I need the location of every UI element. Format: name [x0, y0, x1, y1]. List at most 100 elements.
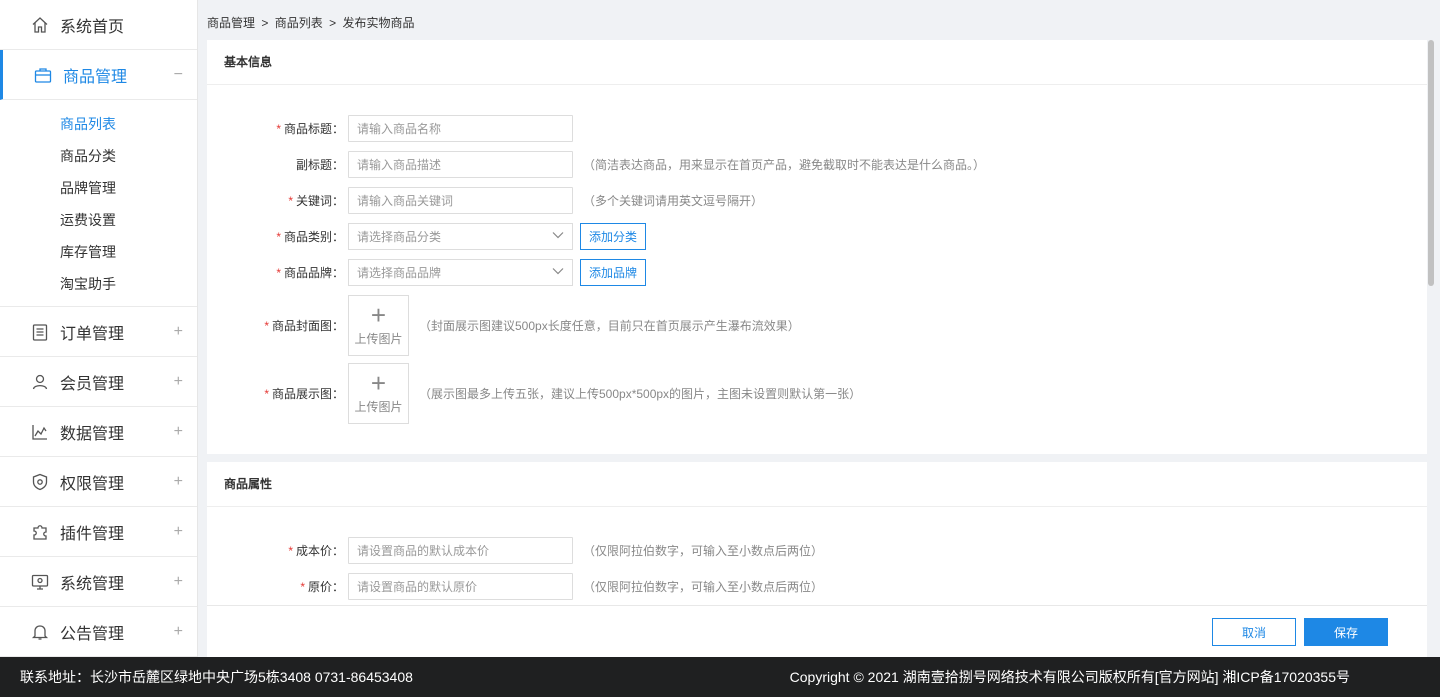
expand-icon[interactable]: +: [174, 523, 183, 541]
panel-title: 基本信息: [207, 40, 1427, 85]
panel-title: 商品属性: [207, 462, 1427, 507]
subtitle-hint: （简洁表达商品，用来显示在首页产品，避免截取时不能表达是什么商品。）: [583, 158, 986, 172]
field-label: * 商品封面图：: [264, 319, 344, 333]
breadcrumb-separator: >: [329, 16, 337, 30]
nav-item-members[interactable]: 会员管理 +: [0, 357, 197, 407]
product-attributes-panel: 商品属性 *成本价： （仅限阿拉伯数字，可输入至小数点后两位） *原价： （仅限…: [207, 462, 1427, 605]
nav-label: 商品管理: [63, 68, 128, 86]
nav-label: 权限管理: [60, 475, 125, 493]
plus-icon: +: [370, 368, 387, 398]
subitem-product-category[interactable]: 商品分类: [0, 140, 197, 172]
nav-item-orders[interactable]: 订单管理 +: [0, 307, 197, 357]
category-select-value: 请选择商品分类: [357, 230, 442, 244]
original-price-input[interactable]: [348, 573, 573, 600]
vertical-scrollbar[interactable]: [1428, 40, 1434, 605]
breadcrumb: 商品管理 > 商品列表 > 发布实物商品: [207, 14, 417, 31]
plus-icon: +: [370, 300, 387, 330]
nav-item-data[interactable]: 数据管理 +: [0, 407, 197, 457]
cover-upload-button[interactable]: + 上传图片: [348, 295, 409, 356]
field-label: * 商品类别：: [276, 230, 344, 244]
breadcrumb-products[interactable]: 商品管理: [207, 16, 255, 30]
sidebar: 系统首页 商品管理 − 商品列表 商品分类 品牌管理 运费设置 库存管理 淘宝助…: [0, 0, 198, 657]
required-mark: *: [276, 230, 281, 244]
field-label: 副标题：: [295, 158, 344, 172]
required-mark: *: [300, 580, 305, 594]
subitem-product-list[interactable]: 商品列表: [0, 108, 197, 140]
brand-select[interactable]: 请选择商品品牌: [348, 259, 573, 286]
expand-icon[interactable]: +: [174, 473, 183, 491]
basic-info-panel: 基本信息 *商品标题： 副标题： （简洁表达商品，用来显示在首页产品，避免截取时…: [207, 40, 1427, 454]
cost-hint: （仅限阿拉伯数字，可输入至小数点后两位）: [583, 544, 824, 558]
footer-copyright: Copyright © 2021 湖南壹拾捌号网络技术有限公司版权所有[官方网站…: [789, 669, 1350, 685]
brand-select-value: 请选择商品品牌: [357, 266, 442, 280]
scrollbar-thumb[interactable]: [1428, 40, 1434, 286]
nav-item-system[interactable]: 系统管理 +: [0, 557, 197, 607]
expand-icon[interactable]: +: [174, 373, 183, 391]
site-footer: 联系地址：长沙市岳麓区绿地中央广场5栋3408 0731-86453408 Co…: [0, 657, 1440, 697]
chart-icon: [30, 422, 50, 442]
field-label: * 原价：: [300, 580, 344, 594]
field-label: * 商品品牌：: [276, 266, 344, 280]
breadcrumb-current: 发布实物商品: [342, 16, 415, 30]
nav-label: 会员管理: [60, 375, 125, 393]
shield-icon: [30, 472, 50, 492]
subitem-inventory[interactable]: 库存管理: [0, 236, 197, 268]
subitem-taobao-helper[interactable]: 淘宝助手: [0, 268, 197, 300]
required-mark: *: [288, 194, 293, 208]
action-bar: 取消 保存: [207, 605, 1427, 657]
nav-label: 插件管理: [60, 525, 125, 543]
nav-label: 系统管理: [60, 575, 125, 593]
collapse-icon[interactable]: −: [174, 66, 183, 84]
add-category-button[interactable]: 添加分类: [580, 223, 647, 250]
monitor-icon: [30, 572, 50, 592]
bell-icon: [30, 622, 50, 642]
nav-item-home[interactable]: 系统首页: [0, 0, 197, 50]
form-row-original: *原价： （仅限阿拉伯数字，可输入至小数点后两位）: [207, 573, 1427, 600]
nav-item-announcements[interactable]: 公告管理 +: [0, 607, 197, 657]
nav-item-permissions[interactable]: 权限管理 +: [0, 457, 197, 507]
chevron-down-icon: [552, 267, 564, 278]
subitem-shipping[interactable]: 运费设置: [0, 204, 197, 236]
expand-icon[interactable]: +: [174, 623, 183, 641]
save-button[interactable]: 保存: [1304, 618, 1388, 646]
briefcase-icon: [33, 65, 53, 85]
add-brand-button[interactable]: 添加品牌: [580, 259, 647, 286]
cancel-button[interactable]: 取消: [1212, 618, 1296, 646]
member-icon: [30, 372, 50, 392]
gallery-hint: （展示图最多上传五张，建议上传500px*500px的图片，主图未设置则默认第一…: [419, 387, 862, 401]
gallery-upload-button[interactable]: + 上传图片: [348, 363, 409, 424]
expand-icon[interactable]: +: [174, 323, 183, 341]
form-row-cost: *成本价： （仅限阿拉伯数字，可输入至小数点后两位）: [207, 537, 1427, 564]
nav-label: 公告管理: [60, 625, 125, 643]
field-label: * 商品标题：: [276, 122, 344, 136]
cost-price-input[interactable]: [348, 537, 573, 564]
subitem-brand[interactable]: 品牌管理: [0, 172, 197, 204]
form-row-brand: * 商品品牌： 请选择商品品牌 添加品牌: [207, 259, 1427, 286]
form-row-cover: * 商品封面图： + 上传图片 （封面展示图建议500px长度任意，目前只在首页展…: [207, 295, 1427, 356]
breadcrumb-separator: >: [261, 16, 269, 30]
main-content: 基本信息 *商品标题： 副标题： （简洁表达商品，用来显示在首页产品，避免截取时…: [207, 40, 1427, 605]
home-icon: [30, 15, 50, 35]
nav-label: 系统首页: [60, 18, 125, 36]
product-title-input[interactable]: [348, 115, 573, 142]
category-select[interactable]: 请选择商品分类: [348, 223, 573, 250]
expand-icon[interactable]: +: [174, 573, 183, 591]
required-mark: *: [264, 387, 269, 401]
footer-address: 联系地址：长沙市岳麓区绿地中央广场5栋3408 0731-86453408: [20, 669, 413, 685]
cover-hint: （封面展示图建议500px长度任意，目前只在首页展示产生瀑布流效果）: [419, 319, 800, 333]
form-row-gallery: * 商品展示图： + 上传图片 （展示图最多上传五张，建议上传500px*500p…: [207, 363, 1427, 424]
breadcrumb-product-list[interactable]: 商品列表: [275, 16, 323, 30]
keywords-input[interactable]: [348, 187, 573, 214]
expand-icon[interactable]: +: [174, 423, 183, 441]
required-mark: *: [276, 122, 281, 136]
nav-label: 订单管理: [60, 325, 125, 343]
required-mark: *: [276, 266, 281, 280]
form-row-subtitle: 副标题： （简洁表达商品，用来显示在首页产品，避免截取时不能表达是什么商品。）: [207, 151, 1427, 178]
chevron-down-icon: [552, 231, 564, 242]
nav-item-products[interactable]: 商品管理 −: [0, 50, 197, 100]
subtitle-input[interactable]: [348, 151, 573, 178]
nav-label: 数据管理: [60, 425, 125, 443]
original-hint: （仅限阿拉伯数字，可输入至小数点后两位）: [583, 580, 824, 594]
nav-item-plugins[interactable]: 插件管理 +: [0, 507, 197, 557]
field-label: * 商品展示图：: [264, 387, 344, 401]
